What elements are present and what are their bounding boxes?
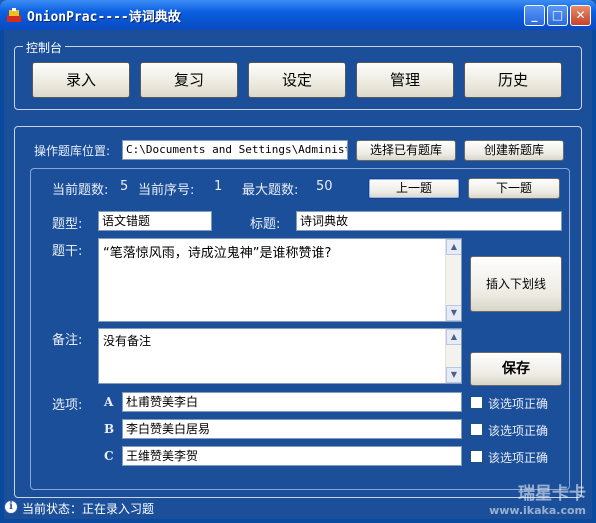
create-db-button[interactable]: 创建新题库 [464,140,564,161]
options-label: 选项: [52,398,83,413]
scroll-up-arrow-icon[interactable]: ▲ [446,239,461,255]
scroll-down-arrow-icon[interactable]: ▼ [446,367,461,383]
watermark: 瑞星卡卡 www.ikaka.com [489,479,586,517]
history-button[interactable]: 历史 [464,62,562,98]
type-field[interactable]: 语文错题 [98,211,212,231]
option-a-field[interactable]: 杜甫赞美李白 [122,392,462,412]
option-c-field[interactable]: 王维赞美李贺 [122,446,462,466]
status-text: 当前状态：正在录入习题 [22,502,155,516]
option-c-correct-checkbox[interactable] [470,450,483,463]
option-b-correct-label: 该选项正确 [488,424,549,438]
option-b-field[interactable]: 李白赞美白居易 [122,419,462,439]
option-a-correct-label: 该选项正确 [488,397,549,411]
db-location-label: 操作题库位置: [34,144,111,158]
next-question-button[interactable]: 下一题 [468,178,560,199]
stem-text: “笔落惊风雨，诗成泣鬼神”是谁称赞谁? [103,246,332,261]
enter-button[interactable]: 录入 [32,62,130,98]
option-c-correct-label: 该选项正确 [488,451,549,465]
db-path-field[interactable]: C:\Documents and Settings\Administrat [122,140,348,160]
app-window: OnionPrac----诗词典故 _ □ ✕ 控制台 录入 复习 设定 管理 … [0,0,596,523]
watermark-title: 瑞星卡卡 [518,484,586,504]
info-icon: i [4,500,18,514]
minimize-button[interactable]: _ [524,5,545,26]
type-label: 题型: [52,217,83,232]
total-count-label: 当前题数: [52,183,109,198]
scroll-down-arrow-icon[interactable]: ▼ [446,305,461,321]
stem-scrollbar[interactable]: ▲ ▼ [445,239,461,321]
scroll-up-arrow-icon[interactable]: ▲ [446,329,461,345]
max-count-value: 50 [316,179,333,194]
title-label: 标题: [250,217,281,232]
note-textarea[interactable]: 没有备注 ▲ ▼ [98,328,462,384]
max-count-label: 最大题数: [242,183,299,198]
option-key-a: A [104,395,114,409]
current-index-label: 当前序号: [138,183,195,198]
select-db-button[interactable]: 选择已有题库 [356,140,456,161]
settings-button[interactable]: 设定 [248,62,346,98]
console-legend: 控制台 [23,39,66,56]
total-count-value: 5 [120,179,129,194]
title-field[interactable]: 诗词典故 [296,211,562,231]
option-b-correct-checkbox[interactable] [470,423,483,436]
prev-question-button[interactable]: 上一题 [368,178,460,199]
option-key-b: B [104,422,115,436]
note-scrollbar[interactable]: ▲ ▼ [445,329,461,383]
maximize-button[interactable]: □ [547,5,568,26]
app-icon [7,8,21,22]
client-area: 控制台 录入 复习 设定 管理 历史 操作题库位置: C:\Documents … [4,30,592,519]
insert-underline-button[interactable]: 插入下划线 [470,256,562,312]
title-bar[interactable]: OnionPrac----诗词典故 _ □ ✕ [0,0,596,30]
save-button[interactable]: 保存 [470,352,562,386]
stem-textarea[interactable]: “笔落惊风雨，诗成泣鬼神”是谁称赞谁? ▲ ▼ [98,238,462,322]
review-button[interactable]: 复习 [140,62,238,98]
watermark-url: www.ikaka.com [489,504,586,517]
stem-label: 题干: [52,244,83,259]
note-label: 备注: [52,333,83,348]
option-key-c: C [104,449,114,463]
close-button[interactable]: ✕ [570,5,591,26]
window-title: OnionPrac----诗词典故 [27,10,181,25]
note-text: 没有备注 [103,334,152,348]
current-index-value: 1 [214,179,223,194]
option-a-correct-checkbox[interactable] [470,396,483,409]
manage-button[interactable]: 管理 [356,62,454,98]
